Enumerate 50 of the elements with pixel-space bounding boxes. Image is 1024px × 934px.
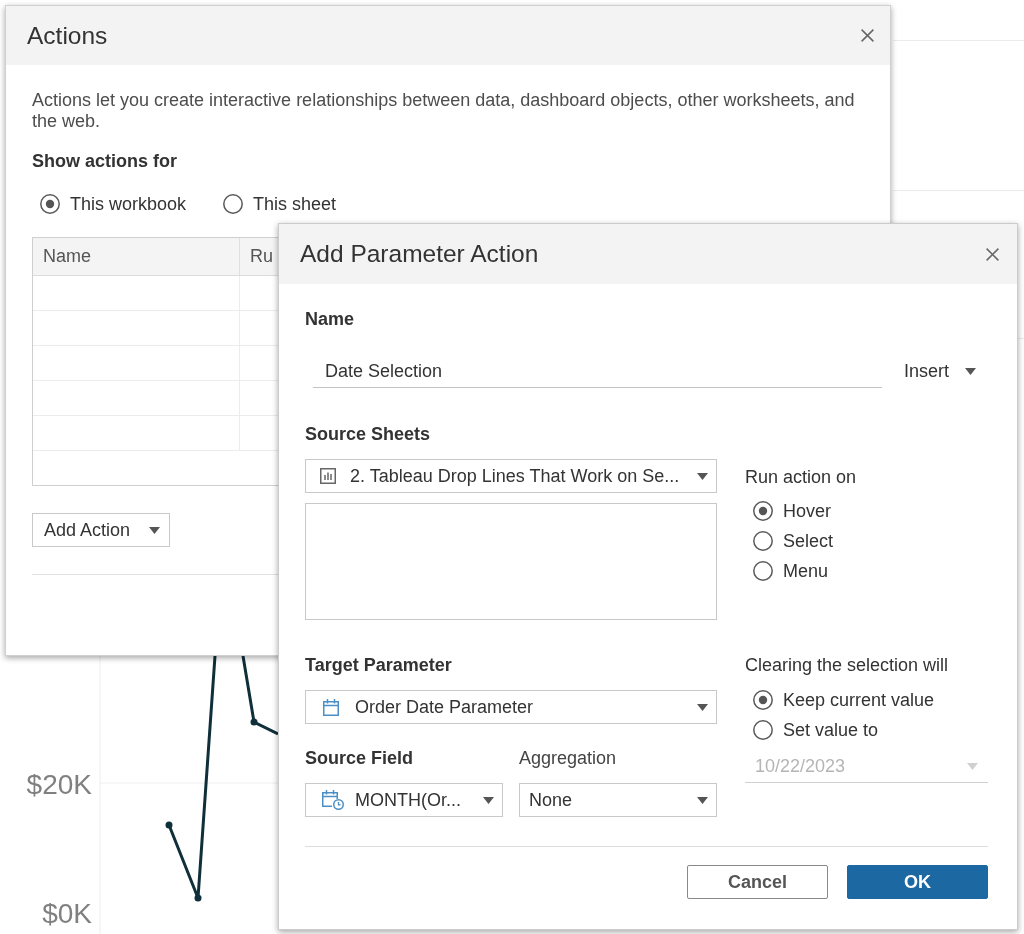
section-label: Show actions for xyxy=(32,151,177,171)
add-action-dropdown[interactable]: Add Action xyxy=(32,513,170,547)
radio-option[interactable]: This workbook xyxy=(40,194,187,214)
dialog-title: Add Parameter Action xyxy=(300,240,539,268)
column-header: Name xyxy=(33,238,240,275)
radio-option[interactable]: Set value to xyxy=(753,720,879,740)
caret-icon xyxy=(697,703,708,711)
dropdown-value: 2. Tableau Drop Lines That Work on Se... xyxy=(350,464,681,488)
axis-label: $0K xyxy=(42,898,92,930)
field-label: Run action on xyxy=(745,467,857,487)
text-field[interactable]: Date Selection xyxy=(313,355,882,388)
close-icon[interactable] xyxy=(986,247,999,261)
dropdown-value: Order Date Parameter xyxy=(355,695,535,719)
section-label: Source Field xyxy=(305,748,414,768)
section-label: Target Parameter xyxy=(305,655,452,675)
caret-icon xyxy=(149,526,160,534)
dropdown[interactable]: Order Date Parameter xyxy=(305,690,717,724)
radio-option[interactable]: Keep current value xyxy=(753,690,935,710)
section-label: Name xyxy=(305,309,355,329)
calendar-clock-icon xyxy=(322,790,344,810)
field-label: Aggregation xyxy=(519,748,617,768)
dropdown-value: MONTH(Or... xyxy=(355,788,462,812)
caret-icon xyxy=(697,472,708,480)
dropdown[interactable]: None xyxy=(519,783,717,817)
dropdown[interactable]: 2. Tableau Drop Lines That Work on Se... xyxy=(305,459,717,493)
field-label: Clearing the selection will xyxy=(745,655,949,675)
caret-icon xyxy=(967,762,978,770)
caret-icon xyxy=(965,368,977,375)
chart-point xyxy=(250,718,258,726)
description-text: Actions let you create interactive relationships between data, dashboard objects, other worksheets, and the web. xyxy=(32,90,856,132)
ok-button[interactable]: OK xyxy=(847,865,988,899)
radio-option[interactable]: Hover xyxy=(753,501,831,521)
radio-option[interactable]: Select xyxy=(753,531,834,551)
calendar-icon xyxy=(323,698,339,716)
bar-chart-icon xyxy=(320,468,336,484)
caret-icon xyxy=(483,796,494,804)
section-label: Source Sheets xyxy=(305,424,431,444)
chart-point xyxy=(194,894,202,902)
dialog-title: Actions xyxy=(27,21,108,50)
close-icon[interactable] xyxy=(861,29,874,42)
caret-icon xyxy=(697,796,708,804)
dropdown-value: None xyxy=(529,788,574,812)
insert-dropdown[interactable]: Insert xyxy=(904,358,977,385)
dropdown[interactable]: MONTH(Or... xyxy=(305,783,503,817)
axis-label: $20K xyxy=(26,769,92,801)
chart-point xyxy=(165,821,173,829)
radio-option[interactable]: This sheet xyxy=(223,194,337,214)
radio-option[interactable]: Menu xyxy=(753,561,829,581)
column-header: Ru xyxy=(249,245,274,268)
cancel-button[interactable]: Cancel xyxy=(687,865,828,899)
